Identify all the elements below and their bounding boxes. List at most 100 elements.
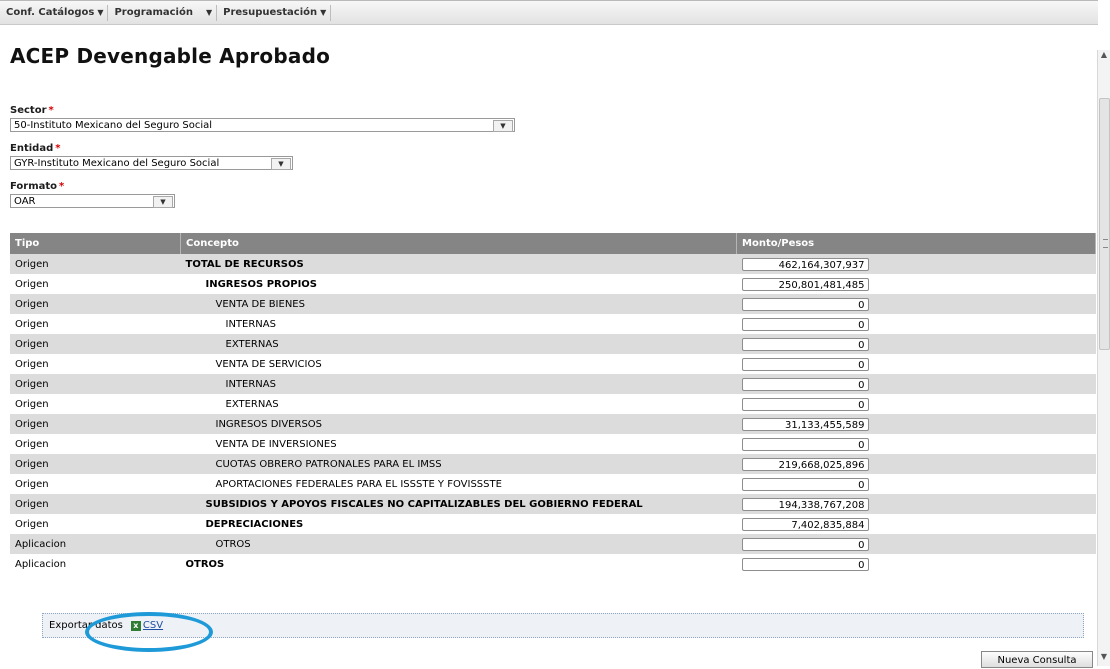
cell-tipo: Origen: [10, 334, 181, 354]
scroll-thumb[interactable]: [1099, 98, 1110, 350]
table-row: Origen VENTA DE BIENES 0: [10, 294, 1096, 314]
table-row: Origen INTERNAS 0: [10, 374, 1096, 394]
cell-concepto: INGRESOS PROPIOS: [180, 274, 737, 294]
grip-icon: [1103, 239, 1108, 248]
table-row: Origen CUOTAS OBRERO PATRONALES PARA EL I…: [10, 454, 1096, 474]
formato-label: Formato *: [10, 181, 64, 192]
cell-concepto: SUBSIDIOS Y APOYOS FISCALES NO CAPITALIZ…: [180, 494, 737, 514]
cell-monto: 0: [736, 534, 1096, 554]
menu-programacion[interactable]: Programación: [108, 7, 196, 18]
scroll-down-icon[interactable]: ▼: [1098, 652, 1110, 666]
table-row: Aplicacion OTROS 0: [10, 554, 1096, 574]
entidad-label: Entidad *: [10, 143, 60, 154]
amount-field[interactable]: 0: [741, 317, 869, 331]
caret-down-icon: ▼: [97, 8, 104, 17]
cell-concepto: VENTA DE BIENES: [180, 294, 737, 314]
table-row: Origen INGRESOS DIVERSOS 31,133,455,589: [10, 414, 1096, 434]
required-marker: *: [59, 181, 65, 192]
cell-concepto: APORTACIONES FEDERALES PARA EL ISSSTE Y …: [180, 474, 737, 494]
caret-down-icon: ▼: [205, 8, 213, 17]
cell-tipo: Origen: [10, 514, 181, 534]
cell-concepto: INTERNAS: [180, 314, 737, 334]
amount-field[interactable]: 0: [741, 537, 869, 551]
menu-programacion-caret[interactable]: ▼: [197, 7, 216, 18]
cell-monto: 462,164,307,937: [736, 254, 1096, 274]
cell-tipo: Origen: [10, 354, 181, 374]
sector-value: 50-Instituto Mexicano del Seguro Social: [14, 120, 213, 131]
header-tipo[interactable]: Tipo: [10, 233, 181, 254]
menu-presupuestacion[interactable]: Presupuestación ▼: [217, 7, 330, 18]
cell-tipo: Origen: [10, 394, 181, 414]
table-body: Origen TOTAL DE RECURSOS 462,164,307,937 Or…: [10, 254, 1096, 574]
amount-field[interactable]: 7,402,835,884: [741, 517, 869, 531]
sector-select[interactable]: 50-Instituto Mexicano del Seguro Social …: [10, 118, 515, 132]
cell-monto: 219,668,025,896: [736, 454, 1096, 474]
scroll-up-icon[interactable]: ▲: [1098, 50, 1110, 64]
cell-tipo: Origen: [10, 274, 181, 294]
amount-field[interactable]: 462,164,307,937: [741, 257, 869, 271]
cell-tipo: Origen: [10, 414, 181, 434]
cell-concepto: INTERNAS: [180, 374, 737, 394]
cell-monto: 0: [736, 474, 1096, 494]
table-row: Origen INGRESOS PROPIOS 250,801,481,485: [10, 274, 1096, 294]
amount-field[interactable]: 219,668,025,896: [741, 457, 869, 471]
vertical-scrollbar[interactable]: ▲ ▼: [1097, 50, 1110, 666]
entidad-value: GYR-Instituto Mexicano del Seguro Social: [14, 158, 220, 169]
amount-field[interactable]: 0: [741, 397, 869, 411]
amount-field[interactable]: 250,801,481,485: [741, 277, 869, 291]
cell-monto: 7,402,835,884: [736, 514, 1096, 534]
cell-tipo: Origen: [10, 454, 181, 474]
cell-tipo: Origen: [10, 294, 181, 314]
cell-tipo: Origen: [10, 474, 181, 494]
cell-monto: 0: [736, 374, 1096, 394]
required-marker: *: [55, 143, 61, 154]
formato-select[interactable]: OAR ▼: [10, 194, 175, 208]
cell-monto: 194,338,767,208: [736, 494, 1096, 514]
cell-concepto: DEPRECIACIONES: [180, 514, 737, 534]
cell-monto: 250,801,481,485: [736, 274, 1096, 294]
amount-field[interactable]: 0: [741, 377, 869, 391]
cell-concepto: EXTERNAS: [180, 394, 737, 414]
cell-concepto: EXTERNAS: [180, 334, 737, 354]
highlight-circle: [85, 612, 213, 652]
required-marker: *: [48, 105, 54, 116]
table-row: Origen INTERNAS 0: [10, 314, 1096, 334]
table-row: Origen DEPRECIACIONES 7,402,835,884: [10, 514, 1096, 534]
amount-field[interactable]: 0: [741, 477, 869, 491]
cell-tipo: Origen: [10, 494, 181, 514]
page-title: ACEP Devengable Aprobado: [10, 44, 331, 68]
amount-field[interactable]: 194,338,767,208: [741, 497, 869, 511]
menu-separator: [330, 4, 332, 21]
menu-bar: Conf. Catálogos ▼ Programación ▼ Presupue…: [0, 0, 1098, 25]
cell-monto: 0: [736, 434, 1096, 454]
entidad-select[interactable]: GYR-Instituto Mexicano del Seguro Social…: [10, 156, 293, 170]
caret-down-icon: ▼: [320, 8, 327, 17]
menu-label: Presupuestación: [223, 7, 318, 18]
cell-tipo: Aplicacion: [10, 554, 181, 574]
dropdown-arrow-icon[interactable]: ▼: [153, 196, 173, 208]
cell-concepto: INGRESOS DIVERSOS: [180, 414, 737, 434]
header-monto[interactable]: Monto/Pesos: [736, 233, 1096, 254]
cell-concepto: CUOTAS OBRERO PATRONALES PARA EL IMSS: [180, 454, 737, 474]
menu-label: Programación: [114, 7, 193, 18]
cell-monto: 31,133,455,589: [736, 414, 1096, 434]
table-row: Origen VENTA DE SERVICIOS 0: [10, 354, 1096, 374]
amount-field[interactable]: 0: [741, 357, 869, 371]
table-row: Origen SUBSIDIOS Y APOYOS FISCALES NO CAP…: [10, 494, 1096, 514]
amount-field[interactable]: 0: [741, 557, 869, 571]
table-row: Origen VENTA DE INVERSIONES 0: [10, 434, 1096, 454]
amount-field[interactable]: 0: [741, 337, 869, 351]
cell-monto: 0: [736, 554, 1096, 574]
amount-field[interactable]: 31,133,455,589: [741, 417, 869, 431]
nueva-consulta-button[interactable]: Nueva Consulta: [981, 651, 1093, 668]
amount-field[interactable]: 0: [741, 437, 869, 451]
dropdown-arrow-icon[interactable]: ▼: [493, 120, 513, 132]
header-concepto[interactable]: Concepto: [180, 233, 737, 254]
cell-monto: 0: [736, 354, 1096, 374]
cell-monto: 0: [736, 394, 1096, 414]
menu-conf-catalogos[interactable]: Conf. Catálogos ▼: [0, 7, 107, 18]
cell-tipo: Origen: [10, 254, 181, 274]
amount-field[interactable]: 0: [741, 297, 869, 311]
cell-monto: 0: [736, 294, 1096, 314]
dropdown-arrow-icon[interactable]: ▼: [271, 158, 291, 170]
